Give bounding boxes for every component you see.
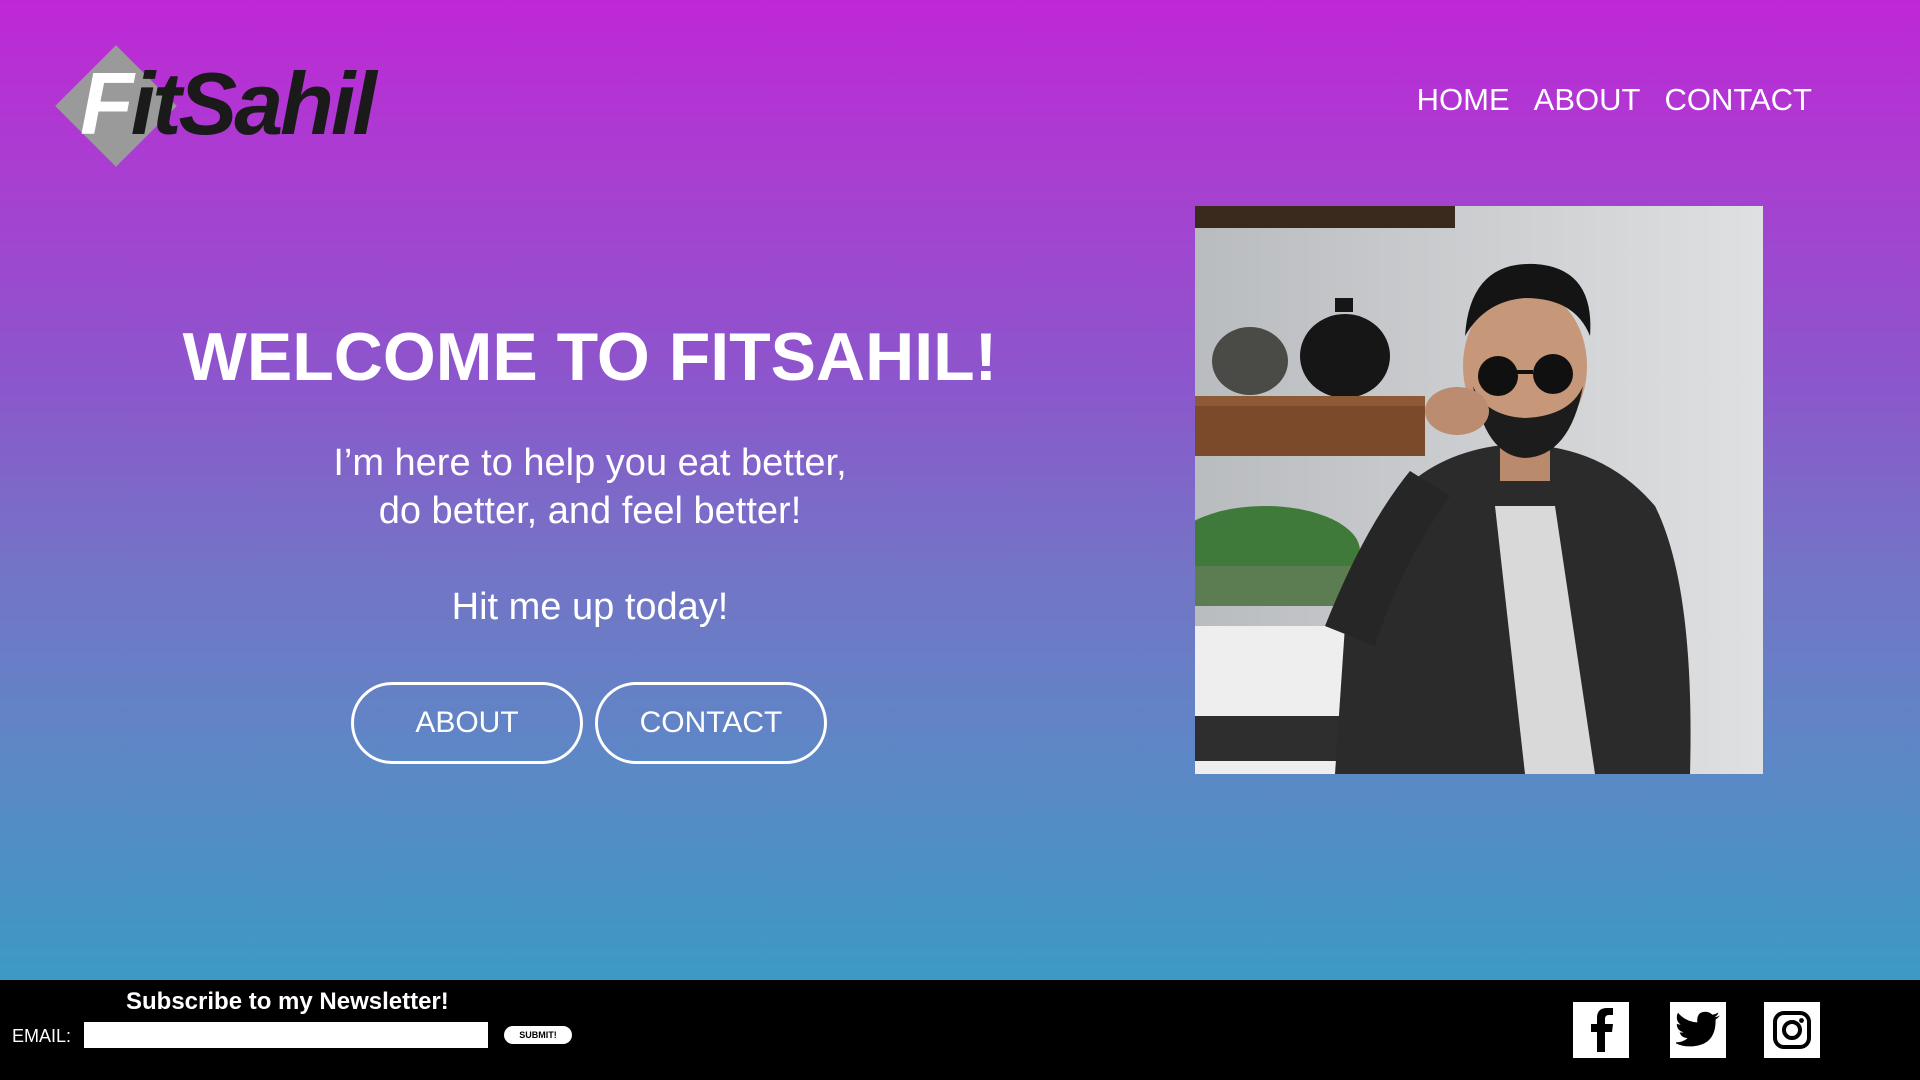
contact-button[interactable]: CONTACT <box>595 682 827 764</box>
facebook-icon <box>1591 1008 1613 1052</box>
twitter-icon <box>1676 1011 1720 1047</box>
submit-button[interactable]: SUBMIT! <box>504 1026 572 1044</box>
hero-background: FitSahil HOME ABOUT CONTACT WELCOME TO F… <box>0 0 1920 980</box>
logo-wordmark: FitSahil <box>80 54 377 153</box>
instagram-icon <box>1773 1011 1811 1049</box>
hero-line-2: do better, and feel better! <box>378 490 802 532</box>
footer: Subscribe to my Newsletter! EMAIL: SUBMI… <box>0 980 1920 1080</box>
hero-line-3: Hit me up today! <box>451 586 729 628</box>
hero-line-1: I’m here to help you eat better, <box>333 442 847 484</box>
profile-photo-illustration <box>1195 206 1763 774</box>
nav-home[interactable]: HOME <box>1417 82 1510 118</box>
newsletter-title: Subscribe to my Newsletter! <box>126 988 449 1015</box>
email-label: EMAIL: <box>12 1026 72 1046</box>
hero-title: WELCOME TO FITSAHIL! <box>182 319 998 395</box>
email-input[interactable] <box>84 1022 488 1048</box>
twitter-link[interactable] <box>1670 1002 1726 1058</box>
about-button[interactable]: ABOUT <box>351 682 583 764</box>
top-nav: HOME ABOUT CONTACT <box>1417 82 1812 118</box>
facebook-link[interactable] <box>1573 1002 1629 1058</box>
nav-contact[interactable]: CONTACT <box>1664 82 1812 118</box>
logo[interactable]: FitSahil <box>46 40 416 170</box>
profile-photo <box>1195 206 1763 774</box>
nav-about[interactable]: ABOUT <box>1534 82 1641 118</box>
instagram-link[interactable] <box>1764 1002 1820 1058</box>
